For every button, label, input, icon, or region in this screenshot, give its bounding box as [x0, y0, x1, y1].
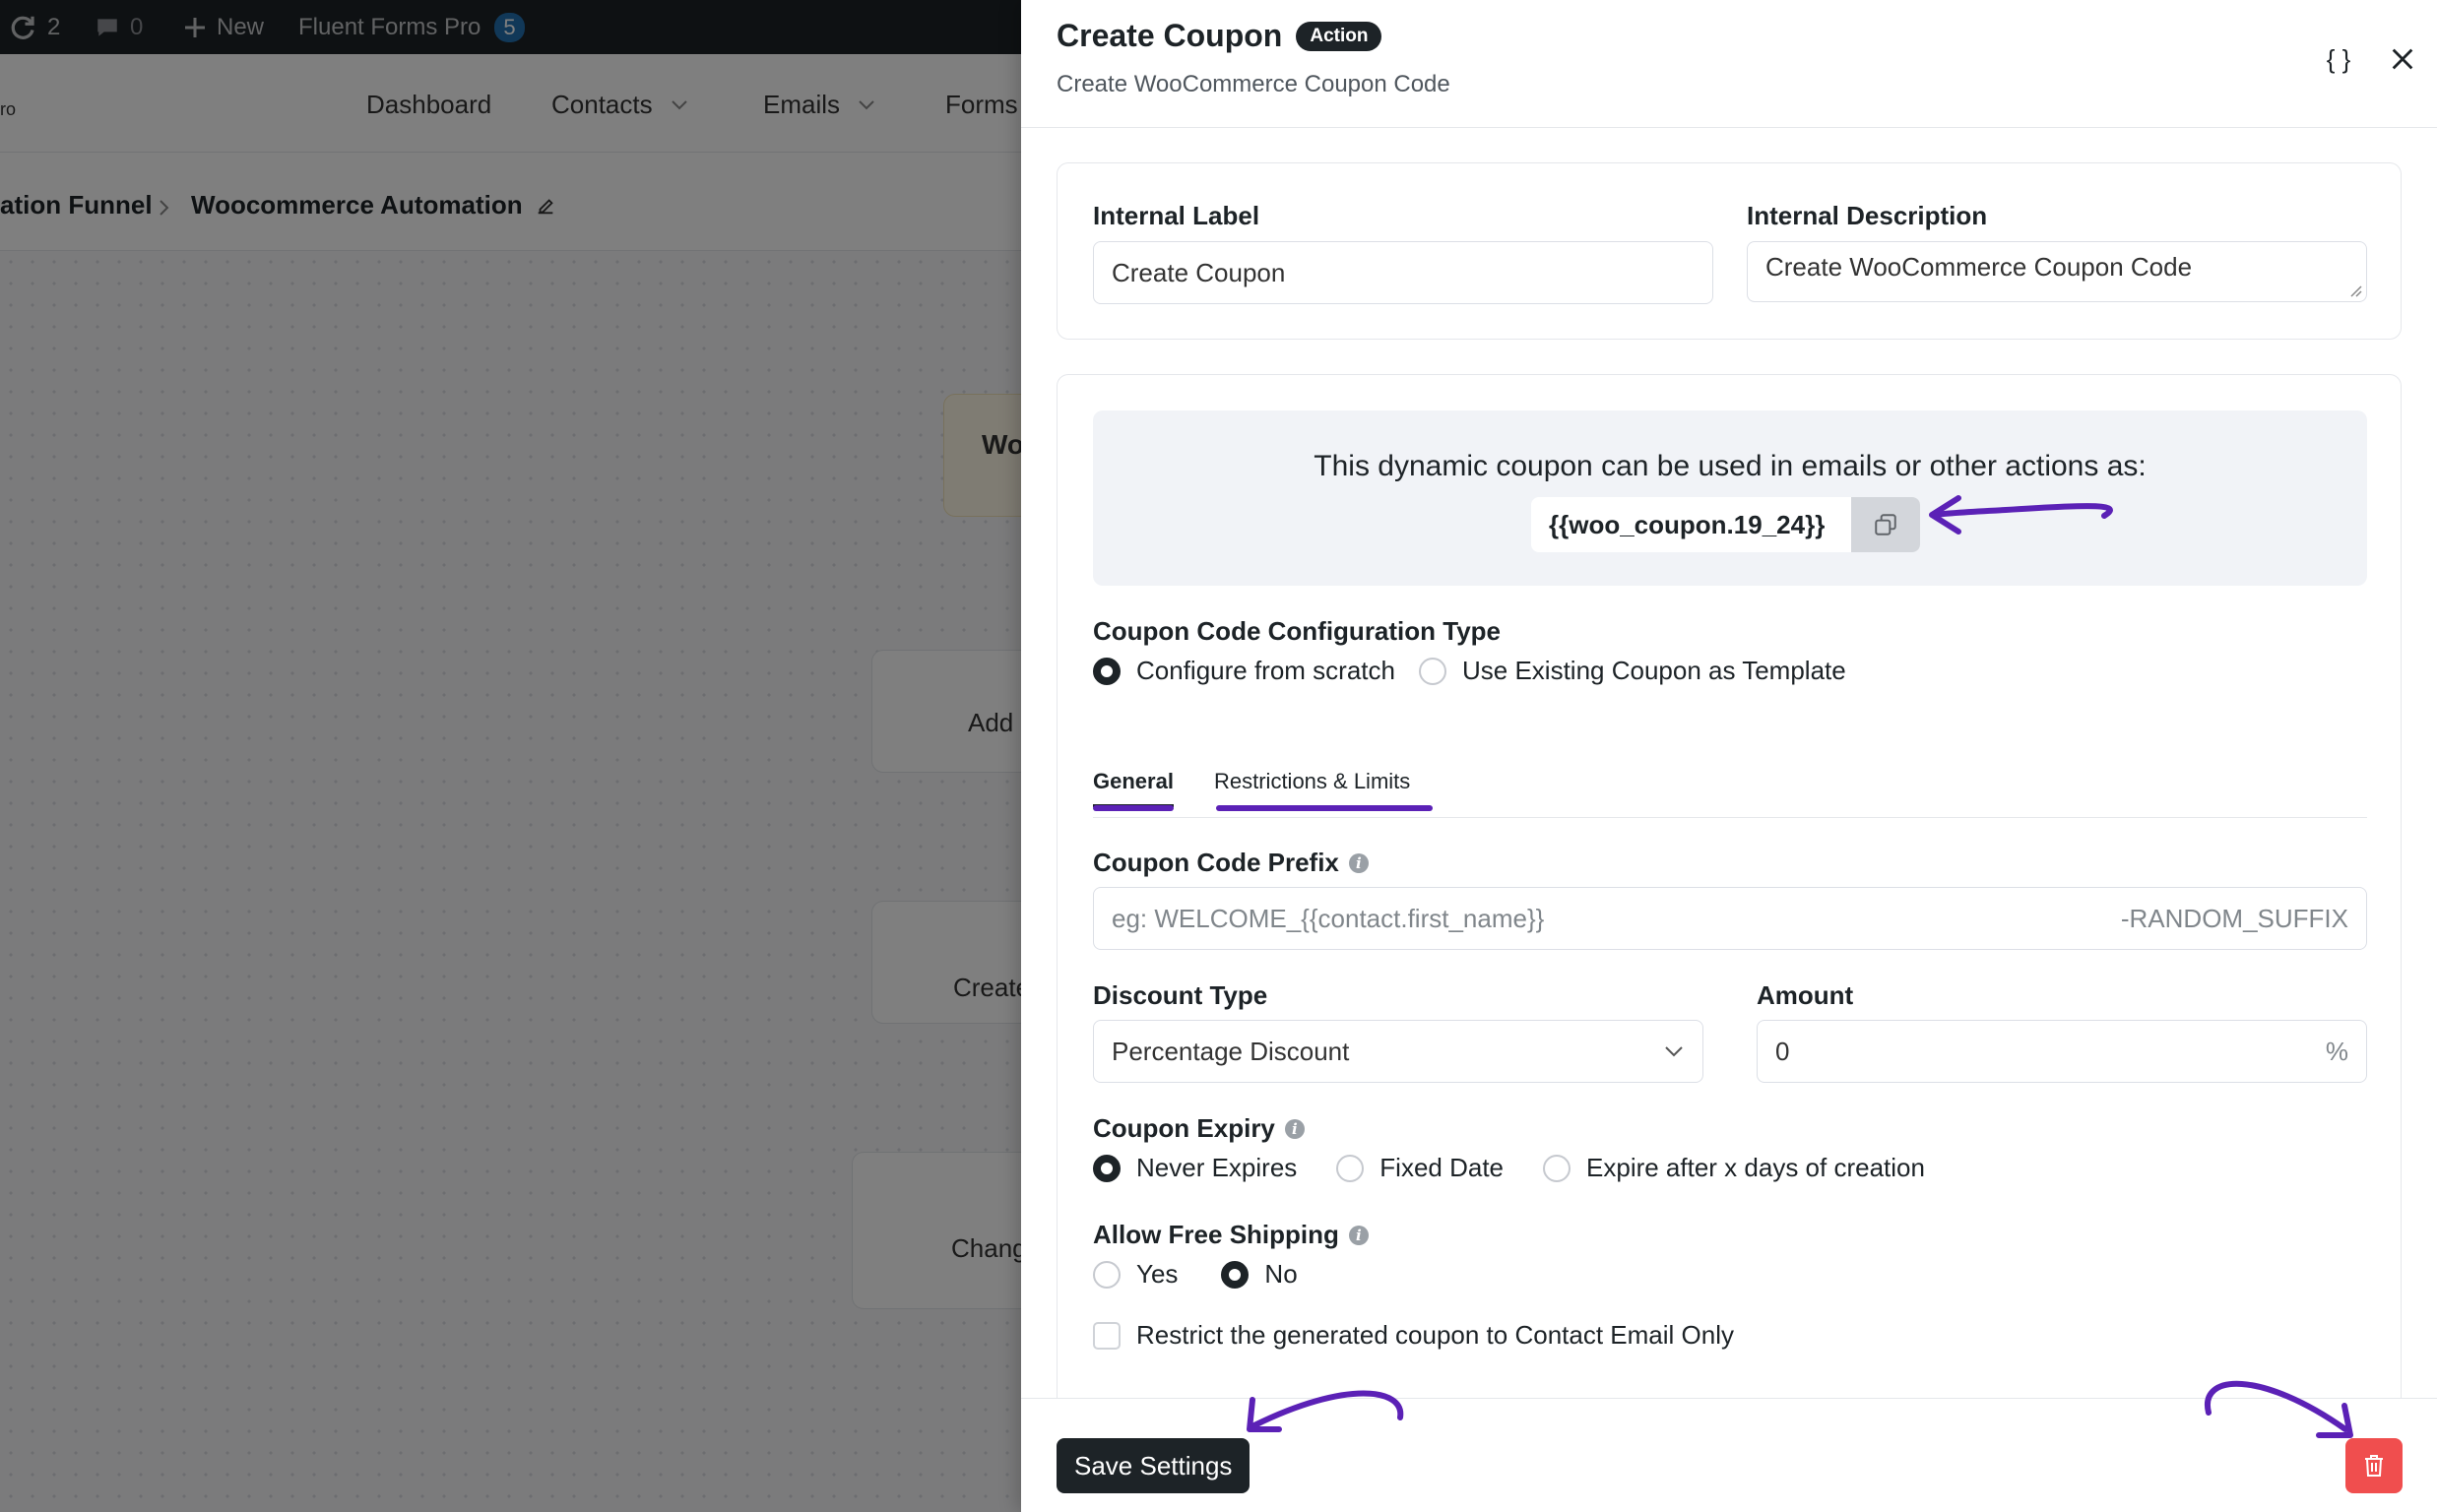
restrict-email-checkbox-row[interactable]: Restrict the generated coupon to Contact…: [1093, 1320, 1734, 1351]
info-icon[interactable]: i: [1348, 852, 1369, 873]
discount-type-value: Percentage Discount: [1112, 1036, 1350, 1066]
radio-fixed-date[interactable]: Fixed Date: [1336, 1153, 1504, 1183]
config-type-radio-group: Configure from scratch Use Existing Coup…: [1093, 656, 1870, 686]
delete-button[interactable]: [2345, 1438, 2403, 1493]
restrict-email-checkbox[interactable]: [1093, 1321, 1121, 1350]
radio-expire-after-days[interactable]: Expire after x days of creation: [1543, 1153, 1925, 1183]
internal-label-value: Create Coupon: [1112, 257, 1286, 287]
radio-control: [1093, 1260, 1121, 1289]
expiry-radio-group: Never Expires Fixed Date Expire after x …: [1093, 1153, 1949, 1183]
internal-description-title: Internal Description: [1747, 201, 1988, 230]
chevron-down-icon: [1665, 1046, 1683, 1057]
drawer-header: Create Coupon Action Create WooCommerce …: [1021, 0, 2437, 128]
radio-label: No: [1264, 1259, 1298, 1289]
coupon-expiry-label-text: Coupon Expiry: [1093, 1113, 1275, 1143]
coupon-config-card: This dynamic coupon can be used in email…: [1057, 374, 2402, 1398]
copy-icon: [1875, 514, 1896, 536]
radio-configure-from-scratch[interactable]: Configure from scratch: [1093, 656, 1395, 686]
drawer-title: Create Coupon Action: [1057, 18, 1382, 54]
coupon-code: {{woo_coupon.19_24}}: [1549, 509, 1826, 539]
drawer-body: Internal Label Create Coupon Internal De…: [1021, 128, 2437, 1398]
internal-description-textarea[interactable]: Create WooCommerce Coupon Code: [1747, 241, 2367, 302]
free-shipping-radio-group: Yes No: [1093, 1259, 1321, 1290]
radio-label: Use Existing Coupon as Template: [1461, 656, 1846, 685]
internal-label-title: Internal Label: [1093, 201, 1260, 230]
annotation-underline: [1093, 805, 1174, 811]
discount-type-label: Discount Type: [1093, 980, 1268, 1010]
radio-label: Yes: [1136, 1259, 1179, 1289]
radio-control: [1093, 657, 1121, 685]
internal-label-input[interactable]: Create Coupon: [1093, 241, 1713, 304]
internal-description-value: Create WooCommerce Coupon Code: [1765, 252, 2193, 282]
amount-value: 0: [1775, 1036, 1790, 1066]
restrict-email-label: Restrict the generated coupon to Contact…: [1136, 1320, 1734, 1350]
notice-text: This dynamic coupon can be used in email…: [1314, 450, 2147, 482]
radio-label: Fixed Date: [1379, 1153, 1505, 1182]
drawer-footer: Save Settings: [1021, 1398, 2437, 1512]
info-icon[interactable]: i: [1284, 1118, 1305, 1139]
free-shipping-label-text: Allow Free Shipping: [1093, 1220, 1339, 1249]
save-settings-button[interactable]: Save Settings: [1057, 1438, 1251, 1493]
tab-restrictions-limits[interactable]: Restrictions & Limits: [1214, 769, 1410, 804]
copy-button[interactable]: [1851, 497, 1920, 552]
resize-handle-icon[interactable]: [2348, 284, 2362, 297]
close-icon[interactable]: [2381, 37, 2424, 81]
random-suffix-label: -RANDOM_SUFFIX: [2120, 903, 2348, 933]
radio-control: [1093, 1154, 1121, 1182]
radio-control: [1543, 1154, 1571, 1182]
annotation-underline: [1216, 805, 1433, 811]
coupon-prefix-label: Coupon Code Prefix i: [1093, 848, 1369, 878]
radio-free-shipping-no[interactable]: No: [1221, 1259, 1298, 1290]
coupon-prefix-placeholder: eg: WELCOME_{{contact.first_name}}: [1112, 903, 1545, 933]
drawer-subtitle: Create WooCommerce Coupon Code: [1057, 71, 1450, 97]
info-icon[interactable]: i: [1348, 1225, 1369, 1245]
trash-icon: [2365, 1455, 2383, 1477]
settings-drawer: Create Coupon Action Create WooCommerce …: [1021, 0, 2437, 1512]
radio-control: [1221, 1260, 1250, 1289]
dynamic-coupon-notice: This dynamic coupon can be used in email…: [1093, 410, 2367, 586]
radio-label: Configure from scratch: [1136, 656, 1395, 685]
label-card: Internal Label Create Coupon Internal De…: [1057, 162, 2402, 340]
radio-label: Never Expires: [1136, 1153, 1298, 1182]
radio-free-shipping-yes[interactable]: Yes: [1093, 1259, 1178, 1290]
tab-general[interactable]: General: [1093, 769, 1174, 807]
coupon-code-box: {{woo_coupon.19_24}}: [1531, 497, 1920, 552]
radio-never-expires[interactable]: Never Expires: [1093, 1153, 1297, 1183]
coupon-prefix-label-text: Coupon Code Prefix: [1093, 848, 1339, 877]
drawer-title-text: Create Coupon: [1057, 18, 1283, 53]
radio-label: Expire after x days of creation: [1586, 1153, 1925, 1182]
radio-use-existing-template[interactable]: Use Existing Coupon as Template: [1418, 656, 1846, 686]
amount-unit: %: [2325, 1036, 2348, 1066]
free-shipping-label: Allow Free Shipping i: [1093, 1220, 1369, 1250]
coupon-prefix-input[interactable]: eg: WELCOME_{{contact.first_name}} -RAND…: [1093, 887, 2367, 950]
radio-control: [1336, 1154, 1365, 1182]
amount-input[interactable]: 0 %: [1757, 1020, 2367, 1083]
radio-control: [1418, 657, 1446, 685]
action-badge: Action: [1296, 21, 1382, 51]
config-type-label: Coupon Code Configuration Type: [1093, 616, 1502, 646]
discount-type-select[interactable]: Percentage Discount: [1093, 1020, 1703, 1083]
amount-label: Amount: [1757, 980, 1854, 1010]
code-view-icon[interactable]: { }: [2317, 37, 2360, 81]
coupon-expiry-label: Coupon Expiry i: [1093, 1113, 1305, 1144]
